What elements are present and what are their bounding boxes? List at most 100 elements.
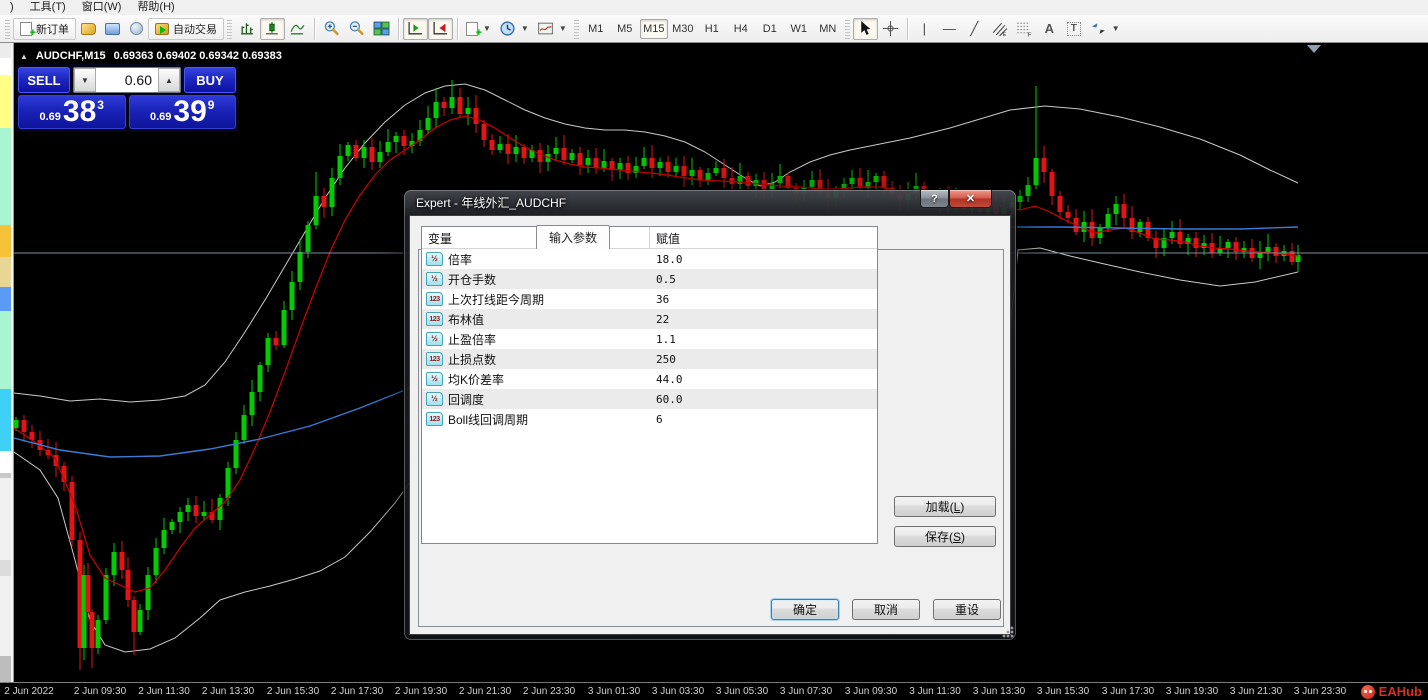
market-watch-strip[interactable] [0, 43, 14, 682]
community-button[interactable] [124, 18, 148, 40]
trendline-tool[interactable]: ╱ [962, 18, 987, 40]
table-row[interactable]: ½ 开仓手数 0.5 [422, 269, 877, 289]
value-column-header[interactable]: 赋值 [650, 227, 877, 248]
market-watch-item[interactable] [0, 225, 11, 257]
table-row[interactable]: ½ 止盈倍率 1.1 [422, 329, 877, 349]
fibonacci-tool[interactable]: F [1012, 18, 1037, 40]
param-value[interactable]: 0.5 [650, 273, 877, 286]
buy-button[interactable]: BUY [184, 67, 236, 93]
volume-decrease-button[interactable]: ▼ [74, 68, 96, 92]
timeframe-h1[interactable]: H1 [698, 19, 726, 39]
zoom-out-button[interactable] [344, 18, 369, 40]
market-watch-button[interactable] [100, 18, 124, 40]
market-watch-item[interactable] [0, 257, 11, 287]
table-row[interactable]: 123 止损点数 250 [422, 349, 877, 369]
param-value[interactable]: 22 [650, 313, 877, 326]
collapse-triangle-icon[interactable]: ▲ [20, 52, 28, 61]
vertical-line-tool[interactable]: | [912, 18, 937, 40]
save-button[interactable]: 保存(S) [894, 526, 996, 547]
timeframe-m15[interactable]: M15 [639, 18, 668, 39]
autotrading-button[interactable]: 自动交易 [148, 17, 224, 40]
tile-windows-button[interactable] [369, 18, 394, 40]
timeframe-d1[interactable]: D1 [756, 19, 784, 39]
table-row[interactable]: 123 布林值 22 [422, 309, 877, 329]
zoom-in-button[interactable] [319, 18, 344, 40]
channel-tool[interactable]: E [987, 18, 1012, 40]
menu-item-help[interactable]: 帮助(H) [129, 0, 182, 15]
dialog-help-button[interactable]: ? [920, 190, 949, 208]
ok-button[interactable]: 确定 [771, 599, 839, 620]
param-value[interactable]: 18.0 [650, 253, 877, 266]
time-axis[interactable]: EAHub 2 Jun 2022 2 Jun 09:30 2 Jun 11:30 2 … [0, 682, 1428, 700]
bid-price-display[interactable]: 0.69 38 3 [18, 95, 126, 129]
market-watch-item[interactable] [0, 576, 11, 656]
timeframe-mn[interactable]: MN [814, 19, 842, 39]
chart-shift-button[interactable] [428, 17, 453, 40]
new-chart-dropdown[interactable]: + ▼ [462, 18, 495, 40]
volume-increase-button[interactable]: ▲ [158, 68, 180, 92]
param-value[interactable]: 1.1 [650, 333, 877, 346]
tab-2[interactable]: 输入参数 [536, 225, 611, 249]
table-row[interactable]: ½ 均K价差率 44.0 [422, 369, 877, 389]
timeframe-m5[interactable]: M5 [611, 19, 639, 39]
market-watch-item[interactable] [0, 478, 11, 560]
table-row[interactable]: ½ 回调度 60.0 [422, 389, 877, 409]
menu-item-cut[interactable]: ) [2, 0, 22, 15]
cursor-tool-button[interactable] [852, 17, 878, 40]
toolbar-grip[interactable] [573, 18, 579, 39]
param-value[interactable]: 60.0 [650, 393, 877, 406]
table-row[interactable]: 123 上次打线距今周期 36 [422, 289, 877, 309]
market-watch-item[interactable] [0, 311, 11, 389]
dialog-resize-grip[interactable] [1002, 626, 1014, 638]
line-chart-mode-button[interactable] [285, 18, 310, 40]
arrows-dropdown[interactable]: ▼ [1086, 18, 1124, 40]
toolbar-grip[interactable] [5, 18, 10, 39]
label-tool[interactable]: T [1062, 18, 1086, 40]
autoscroll-icon [408, 22, 422, 35]
autoscroll-button[interactable] [403, 17, 428, 40]
toolbar-grip[interactable] [844, 18, 850, 39]
toolbar-grip[interactable] [227, 18, 232, 39]
market-watch-item[interactable] [0, 389, 11, 451]
new-order-button[interactable]: + 新订单 [13, 17, 76, 40]
load-button[interactable]: 加载(L) [894, 496, 996, 517]
timeframe-h4[interactable]: H4 [727, 19, 755, 39]
timeframe-m1[interactable]: M1 [582, 19, 610, 39]
cancel-button[interactable]: 取消 [852, 599, 920, 620]
table-row[interactable]: 123 Boll线回调周期 6 [422, 409, 877, 429]
charts-profile-button[interactable] [76, 18, 100, 40]
param-value[interactable]: 36 [650, 293, 877, 306]
channel-icon: E [992, 22, 1008, 37]
periods-dropdown[interactable]: ▼ [495, 18, 533, 40]
ask-price-display[interactable]: 0.69 39 9 [128, 95, 236, 129]
dialog-close-button[interactable]: ✕ [949, 190, 992, 208]
market-watch-item[interactable] [0, 560, 11, 576]
reset-button[interactable]: 重设 [933, 599, 1001, 620]
text-tool[interactable]: A [1037, 18, 1062, 40]
timeframe-w1[interactable]: W1 [785, 19, 813, 39]
bar-chart-mode-button[interactable] [235, 18, 260, 40]
horizontal-line-tool[interactable]: — [937, 18, 962, 40]
param-value[interactable]: 6 [650, 413, 877, 426]
crosshair-tool-button[interactable] [878, 18, 903, 40]
chart-shift-marker[interactable] [1307, 45, 1321, 53]
parameters-table[interactable]: 变量 赋值 ½ 倍率 18.0 ½ 开仓手数 0.5 123 上次打线距今周期 36 123 布林值… [421, 226, 878, 544]
candlestick-mode-button[interactable] [260, 17, 285, 40]
watermark: EAHub [1360, 684, 1422, 699]
param-value[interactable]: 250 [650, 353, 877, 366]
market-watch-item[interactable] [0, 656, 11, 682]
table-row[interactable]: ½ 倍率 18.0 [422, 249, 877, 269]
timeframe-m30[interactable]: M30 [669, 19, 697, 39]
market-watch-item[interactable] [0, 128, 11, 225]
param-value[interactable]: 44.0 [650, 373, 877, 386]
menu-item-tools[interactable]: 工具(T) [22, 0, 74, 15]
market-watch-item[interactable] [0, 58, 11, 75]
market-watch-item[interactable] [0, 451, 11, 473]
market-watch-item[interactable] [0, 75, 11, 128]
market-watch-item[interactable] [0, 44, 11, 58]
menu-item-window[interactable]: 窗口(W) [74, 0, 130, 15]
volume-input[interactable] [96, 68, 158, 92]
market-watch-item[interactable] [0, 287, 11, 311]
templates-dropdown[interactable]: ▼ [533, 18, 571, 40]
sell-button[interactable]: SELL [18, 67, 70, 93]
